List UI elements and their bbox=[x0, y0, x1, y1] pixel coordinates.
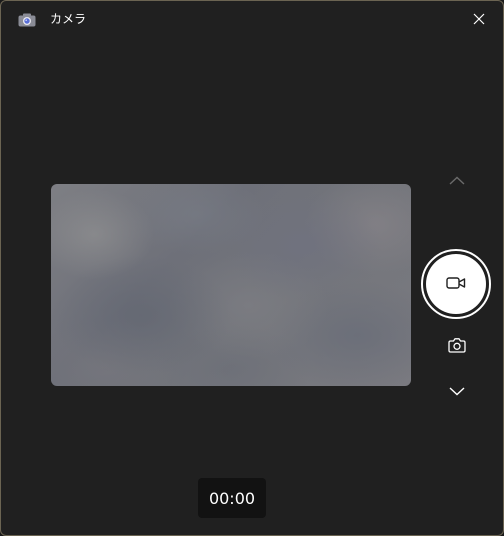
video-camera-icon bbox=[446, 275, 466, 294]
mode-up-button[interactable] bbox=[443, 168, 471, 192]
take-photo-button[interactable] bbox=[443, 334, 471, 360]
title-bar[interactable]: カメラ bbox=[1, 1, 503, 37]
camera-window: カメラ 00:00 bbox=[0, 0, 504, 536]
app-title: カメラ bbox=[50, 12, 87, 26]
close-icon bbox=[473, 10, 485, 29]
camera-app-icon bbox=[18, 12, 36, 27]
recording-timer: 00:00 bbox=[198, 478, 266, 518]
camera-preview bbox=[51, 184, 411, 386]
chevron-down-icon bbox=[449, 381, 465, 400]
chevron-up-icon bbox=[449, 171, 465, 190]
record-video-button[interactable] bbox=[421, 249, 491, 319]
close-button[interactable] bbox=[463, 5, 495, 33]
mode-down-button[interactable] bbox=[443, 378, 471, 402]
record-button-face bbox=[426, 254, 486, 314]
camera-icon bbox=[448, 337, 466, 357]
